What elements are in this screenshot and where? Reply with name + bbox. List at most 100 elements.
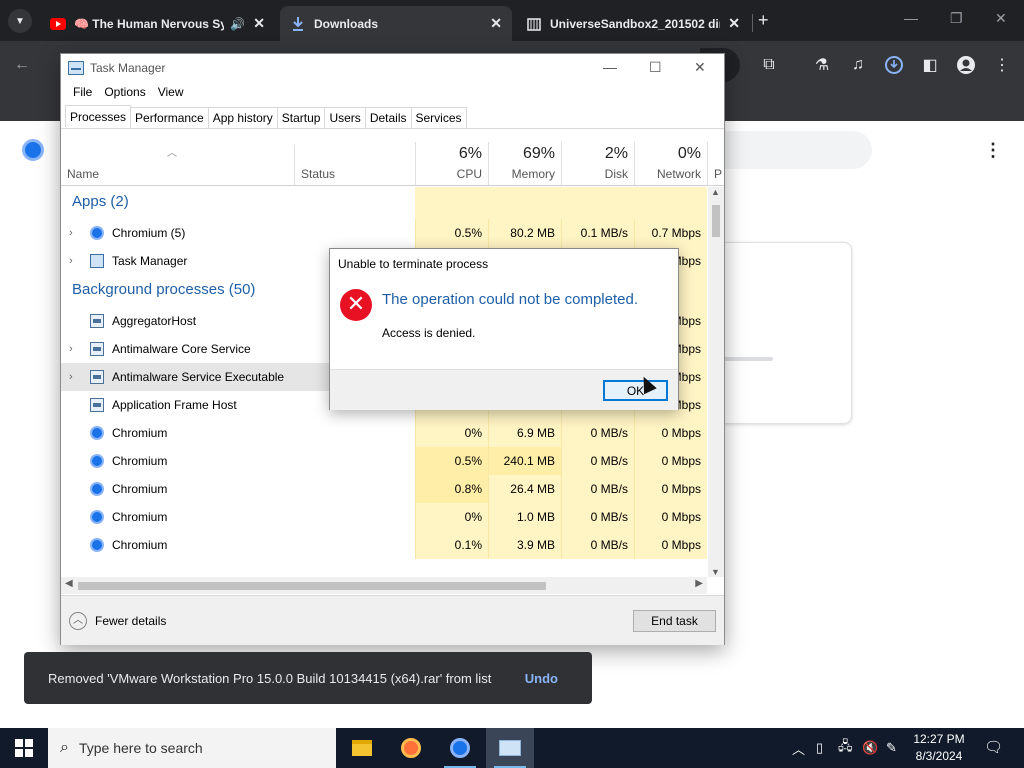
column-cpu[interactable]: 6% CPU bbox=[415, 142, 488, 185]
scroll-left-icon[interactable]: ◀ bbox=[65, 578, 73, 589]
browser-tab-downloads[interactable]: Downloads ✕ bbox=[280, 6, 512, 41]
process-row[interactable]: Chromium 0% 1.0 MB 0 MB/s 0 Mbps bbox=[61, 503, 707, 531]
browser-tab-universesandbox[interactable]: UniverseSandbox2_201502 dir ✕ bbox=[516, 6, 750, 41]
media-icon[interactable]: ♫ bbox=[846, 53, 870, 77]
column-network[interactable]: 0% Network bbox=[634, 142, 707, 185]
tab-processes[interactable]: Processes bbox=[65, 105, 132, 127]
downloads-search-field[interactable] bbox=[700, 131, 872, 169]
taskbar: ⌕ Type here to search ︿ ▯ 🖧 🔇 ✎ 12:27 PM… bbox=[0, 728, 1024, 768]
download-progress-icon[interactable] bbox=[882, 53, 906, 77]
process-row[interactable]: Chromium 0.5% 240.1 MB 0 MB/s 0 Mbps bbox=[61, 447, 707, 475]
taskbar-chromium[interactable] bbox=[436, 728, 484, 768]
menu-options[interactable]: Options bbox=[98, 85, 151, 99]
chevron-right-icon[interactable]: › bbox=[69, 219, 73, 247]
download-progress-bar bbox=[721, 357, 773, 361]
close-tab-icon[interactable]: ✕ bbox=[728, 15, 740, 32]
taskbar-task-manager[interactable] bbox=[486, 728, 534, 768]
tab-startup[interactable]: Startup bbox=[276, 107, 326, 128]
new-tab-button[interactable]: + bbox=[758, 10, 769, 31]
volume-muted-icon[interactable]: 🔇 bbox=[862, 728, 878, 768]
cpu-value: 0.5% bbox=[415, 219, 488, 247]
tab-app-history[interactable]: App history bbox=[207, 107, 278, 128]
restore-icon[interactable]: ❐ bbox=[950, 10, 963, 27]
network-icon[interactable]: 🖧 bbox=[838, 728, 853, 768]
column-status[interactable]: Status bbox=[301, 167, 335, 181]
menu-view[interactable]: View bbox=[152, 85, 190, 99]
chromium-logo-icon bbox=[22, 139, 44, 161]
system-clock[interactable]: 12:27 PM 8/3/2024 bbox=[908, 731, 970, 765]
power-label: P bbox=[713, 167, 722, 181]
close-icon[interactable]: ✕ bbox=[694, 59, 706, 76]
chevron-right-icon[interactable]: › bbox=[69, 335, 73, 363]
close-tab-icon[interactable]: ✕ bbox=[490, 15, 502, 32]
process-row[interactable]: Chromium 0.1% 3.9 MB 0 MB/s 0 Mbps bbox=[61, 531, 707, 559]
taskbar-search[interactable]: ⌕ Type here to search bbox=[48, 728, 336, 768]
page-menu-icon[interactable]: ⋮ bbox=[984, 140, 1002, 161]
group-header-apps[interactable]: Apps (2) bbox=[72, 187, 129, 217]
group-header-background[interactable]: Background processes (50) bbox=[72, 275, 255, 305]
profile-avatar-icon[interactable] bbox=[954, 53, 978, 77]
side-panel-icon[interactable]: ◧ bbox=[918, 53, 942, 77]
chromium-icon bbox=[90, 426, 104, 440]
footer: ︿ Fewer details End task bbox=[61, 595, 724, 645]
scroll-thumb[interactable] bbox=[712, 205, 720, 237]
snackbar: Removed 'VMware Workstation Pro 15.0.0 B… bbox=[24, 652, 592, 704]
archive-icon bbox=[526, 16, 542, 32]
maximize-icon[interactable]: ☐ bbox=[649, 59, 662, 76]
process-name: Chromium bbox=[112, 426, 168, 440]
process-row[interactable]: › Chromium (5) 0.5% 80.2 MB 0.1 MB/s 0.7… bbox=[61, 219, 707, 247]
column-disk[interactable]: 2% Disk bbox=[561, 142, 634, 185]
minimize-icon[interactable]: — bbox=[904, 10, 918, 26]
show-hidden-icons[interactable]: ︿ bbox=[792, 728, 805, 768]
browser-tab-youtube[interactable]: 🧠 The Human Nervous Sy 🔊 ✕ bbox=[40, 6, 275, 41]
process-row[interactable]: Chromium 0.8% 26.4 MB 0 MB/s 0 Mbps bbox=[61, 475, 707, 503]
process-name: AggregatorHost bbox=[112, 314, 197, 328]
vertical-scrollbar[interactable]: ▲ ▼ bbox=[708, 187, 724, 577]
close-tab-icon[interactable]: ✕ bbox=[253, 15, 265, 32]
tab-services[interactable]: Services bbox=[410, 107, 467, 128]
chevron-up-icon: ︿ bbox=[792, 741, 806, 757]
pen-icon[interactable]: ✎ bbox=[886, 728, 897, 768]
network-value: 0 Mbps bbox=[634, 447, 707, 475]
tab-users[interactable]: Users bbox=[324, 107, 366, 128]
speaker-icon[interactable]: 🔊 bbox=[230, 17, 245, 31]
extensions-icon[interactable]: ⧉ bbox=[757, 53, 781, 77]
ok-button[interactable]: OK bbox=[603, 380, 668, 401]
tray-device-icon[interactable]: ▯ bbox=[816, 728, 823, 768]
chevron-right-icon[interactable]: › bbox=[69, 363, 73, 391]
error-dialog: Unable to terminate process ✕ The operat… bbox=[329, 248, 679, 410]
horizontal-scrollbar[interactable]: ◀ ▶ bbox=[61, 577, 707, 594]
column-power[interactable]: P bbox=[707, 142, 724, 185]
memory-value: 6.9 MB bbox=[488, 419, 561, 447]
memory-value: 240.1 MB bbox=[488, 447, 561, 475]
taskbar-firefox[interactable] bbox=[387, 728, 435, 768]
notification-icon[interactable]: 🗨 bbox=[984, 738, 1003, 756]
scroll-right-icon[interactable]: ▶ bbox=[695, 578, 703, 589]
chevron-up-circle-icon[interactable]: ︿ bbox=[69, 612, 87, 630]
scroll-thumb[interactable] bbox=[78, 582, 546, 590]
fewer-details-link[interactable]: Fewer details bbox=[95, 614, 166, 628]
chromium-icon bbox=[90, 482, 104, 496]
labs-icon[interactable]: ⚗ bbox=[810, 53, 834, 77]
menu-file[interactable]: File bbox=[67, 85, 98, 99]
process-row[interactable]: Chromium 0% 6.9 MB 0 MB/s 0 Mbps bbox=[61, 419, 707, 447]
back-icon[interactable]: ← bbox=[10, 53, 34, 77]
undo-button[interactable]: Undo bbox=[525, 671, 558, 686]
end-task-button[interactable]: End task bbox=[633, 610, 716, 632]
tab-details[interactable]: Details bbox=[364, 107, 412, 128]
scroll-down-icon[interactable]: ▼ bbox=[711, 567, 720, 577]
start-button[interactable] bbox=[0, 728, 48, 768]
tab-search-button[interactable]: ▼ bbox=[8, 9, 32, 33]
scroll-up-icon[interactable]: ▲ bbox=[711, 187, 720, 197]
tab-performance[interactable]: Performance bbox=[130, 107, 209, 128]
minimize-icon[interactable]: — bbox=[603, 59, 617, 75]
column-memory[interactable]: 69% Memory bbox=[488, 142, 561, 185]
tab-strip: Processes Performance App history Startu… bbox=[65, 105, 467, 129]
network-label: Network bbox=[656, 167, 701, 181]
chevron-right-icon[interactable]: › bbox=[69, 247, 73, 275]
column-name[interactable]: Name bbox=[67, 167, 99, 181]
app-window-icon bbox=[90, 314, 104, 328]
taskbar-file-explorer[interactable] bbox=[338, 728, 386, 768]
close-window-icon[interactable]: ✕ bbox=[995, 10, 1007, 27]
browser-menu-icon[interactable]: ⋮ bbox=[990, 53, 1014, 77]
